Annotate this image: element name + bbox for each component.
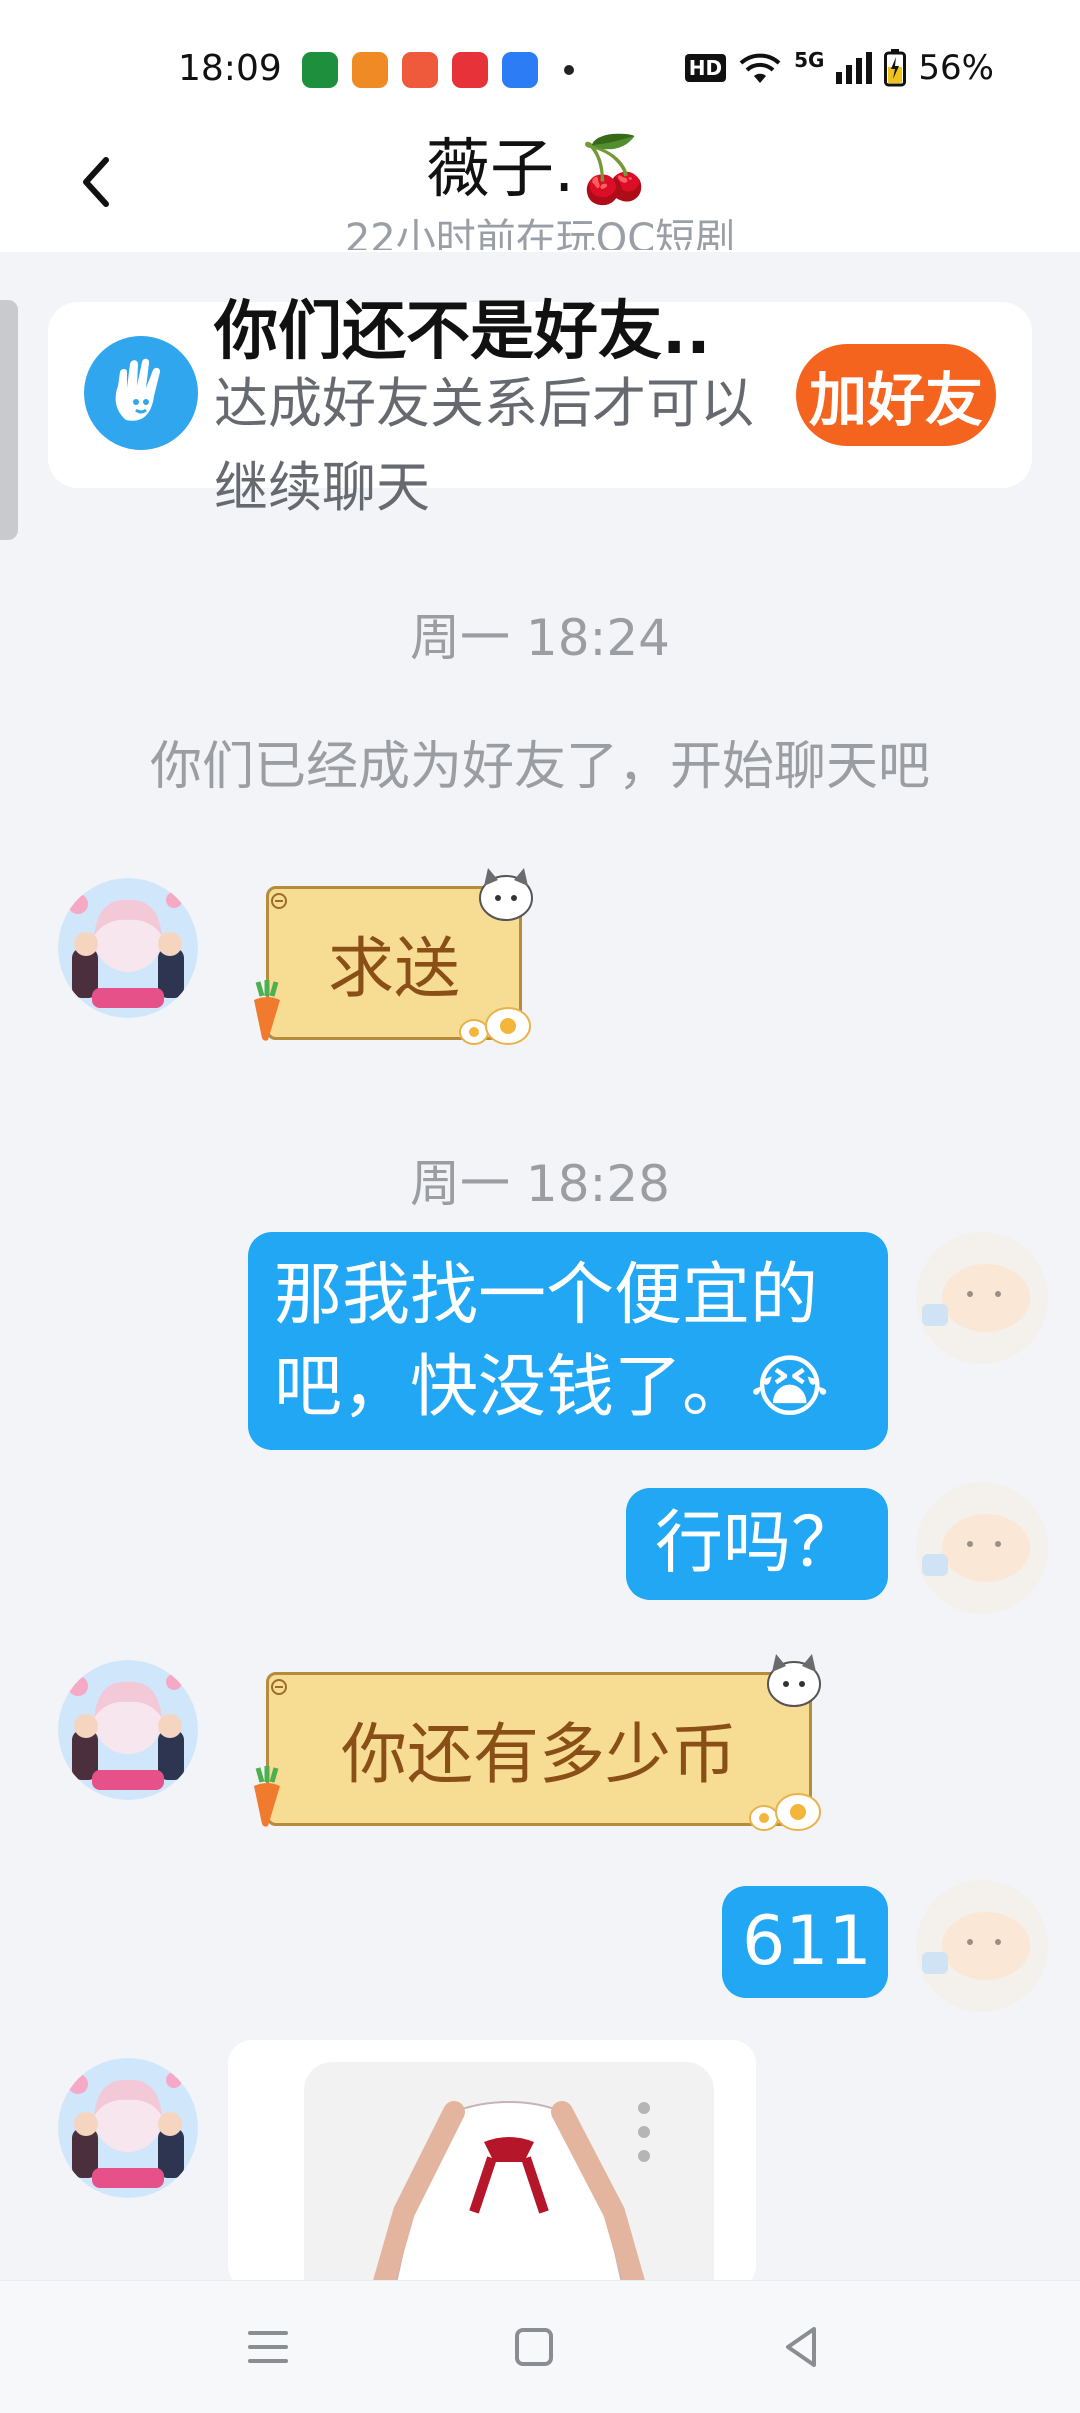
- add-friend-button[interactable]: 加好友: [796, 344, 996, 446]
- egg-sticker-icon: [459, 1007, 531, 1045]
- contact-avatar[interactable]: [58, 878, 198, 1018]
- chat-header: 薇子.🍒 22小时前在玩OC短剧: [0, 110, 1080, 252]
- battery-level: 56%: [918, 48, 994, 88]
- carrot-sticker-icon: [254, 1766, 280, 1827]
- system-message: 你们已经成为好友了，开始聊天吧: [149, 737, 930, 797]
- more-notifications-dot: [564, 65, 574, 75]
- side-edge-handle[interactable]: [0, 300, 18, 540]
- status-bar: 18:09 HD 5G 56%: [0, 0, 1080, 110]
- app-notification-icon: [402, 52, 438, 88]
- contact-status: 22小时前在玩OC短剧: [344, 216, 736, 250]
- my-avatar[interactable]: [912, 1478, 1052, 1618]
- egg-sticker-icon: [749, 1793, 821, 1831]
- friend-banner-title: 你们还不是好友..: [214, 295, 711, 369]
- app-notification-icon: [452, 52, 488, 88]
- triangle-back-icon[interactable]: [774, 2319, 830, 2375]
- wifi-icon: [739, 53, 781, 83]
- carrot-sticker-icon: [254, 980, 280, 1041]
- battery-icon: [884, 49, 907, 87]
- menu-lines-icon[interactable]: [240, 2319, 296, 2375]
- system-navigation-bar: [0, 2280, 1080, 2413]
- hand-wave-icon: [84, 336, 198, 450]
- network-type: 5G: [794, 48, 825, 72]
- message-text: 你还有多少币: [266, 1672, 812, 1826]
- image-message-card[interactable]: [228, 2040, 756, 2292]
- signal-icon: [836, 52, 873, 84]
- cat-sticker-icon: [479, 868, 533, 921]
- app-notification-icon: [302, 52, 338, 88]
- my-avatar[interactable]: [912, 1876, 1052, 2016]
- app-notification-icon: [502, 52, 538, 88]
- pin-icon: [271, 893, 287, 909]
- contact-name[interactable]: 薇子.🍒: [0, 118, 1080, 210]
- my-avatar[interactable]: [912, 1228, 1052, 1368]
- square-home-icon[interactable]: [506, 2319, 562, 2375]
- pin-icon: [271, 1679, 287, 1695]
- contact-avatar[interactable]: [58, 1660, 198, 1800]
- message-timestamp: 周一 18:24: [410, 609, 670, 667]
- message-timestamp: 周一 18:28: [410, 1155, 670, 1213]
- status-time: 18:09: [178, 48, 282, 89]
- status-right: HD 5G 56%: [684, 48, 994, 88]
- cat-sticker-icon: [767, 1654, 821, 1707]
- message-bubble-other[interactable]: 你还有多少币: [248, 1654, 838, 1840]
- message-bubble-me[interactable]: 那我找一个便宜的吧，快没钱了。😭: [248, 1232, 888, 1450]
- notification-icons: [302, 52, 574, 88]
- contact-avatar[interactable]: [58, 2058, 198, 2198]
- message-bubble-me[interactable]: 行吗？: [626, 1488, 888, 1600]
- outfit-image[interactable]: [304, 2062, 714, 2292]
- message-bubble-other[interactable]: 求送: [248, 868, 548, 1054]
- app-notification-icon: [352, 52, 388, 88]
- friend-request-banner: 你们还不是好友.. 达成好友关系后才可以继续聊天 加好友: [48, 295, 1032, 519]
- friend-banner-description: 达成好友关系后才可以继续聊天: [214, 372, 754, 519]
- hd-icon: HD: [684, 54, 727, 82]
- message-bubble-me[interactable]: 611: [722, 1886, 888, 1998]
